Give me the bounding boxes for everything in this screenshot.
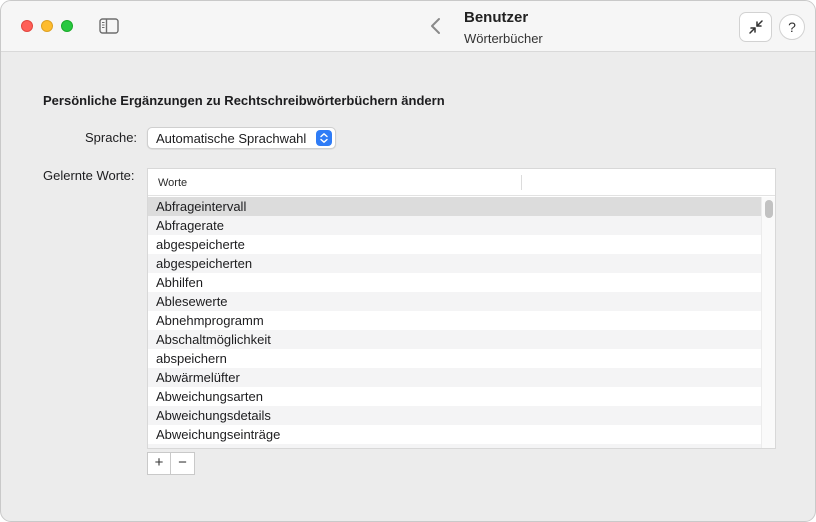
language-popup[interactable]: Automatische Sprachwahl (147, 127, 336, 149)
language-label: Sprache: (85, 130, 138, 145)
vertical-scrollbar[interactable] (761, 197, 775, 448)
table-rows: Abfrageintervall Abfragerate abgespeichert… (148, 197, 761, 448)
add-word-button[interactable]: + (148, 453, 171, 474)
updown-chevron-icon (316, 130, 332, 146)
table-row[interactable]: Abweichungsprofile (148, 444, 761, 448)
language-popup-value: Automatische Sprachwahl (156, 131, 307, 146)
sidebar-toggle-icon[interactable] (99, 18, 119, 34)
settings-window: Benutzer Wörterbücher ? Persönliche Ergä… (0, 0, 816, 522)
learned-words-table: Worte Abfrageintervall Abfragerate abgespe… (147, 168, 776, 449)
remove-word-button[interactable]: − (171, 453, 194, 474)
column-divider (521, 175, 522, 190)
table-row[interactable]: Abfrageintervall (148, 197, 761, 216)
zoom-window-button[interactable] (61, 20, 73, 32)
column-divider (775, 175, 776, 190)
table-row[interactable]: Ablesewerte (148, 292, 761, 311)
table-row[interactable]: Abwärmelüfter (148, 368, 761, 387)
close-window-button[interactable] (21, 20, 33, 32)
add-remove-buttons: + − (147, 452, 195, 475)
window-title: Benutzer (464, 9, 529, 26)
table-row[interactable]: Abschaltmöglichkeit (148, 330, 761, 349)
scroll-thumb[interactable] (765, 200, 773, 218)
window-subtitle: Wörterbücher (464, 31, 543, 46)
learned-words-label: Gelernte Worte: (43, 168, 135, 183)
minimize-window-button[interactable] (41, 20, 53, 32)
collapse-button[interactable] (739, 12, 772, 42)
column-header-words[interactable]: Worte (158, 177, 187, 189)
table-row[interactable]: Abhilfen (148, 273, 761, 292)
table-row[interactable]: Abweichungseinträge (148, 425, 761, 444)
chevron-left-icon[interactable] (429, 17, 443, 35)
table-row[interactable]: Abweichungsarten (148, 387, 761, 406)
collapse-arrows-icon (748, 20, 763, 34)
help-button[interactable]: ? (779, 14, 805, 40)
table-row[interactable]: abspeichern (148, 349, 761, 368)
table-row[interactable]: abgespeicherten (148, 254, 761, 273)
table-header: Worte (148, 169, 775, 196)
table-row[interactable]: Abfragerate (148, 216, 761, 235)
titlebar: Benutzer Wörterbücher ? (1, 1, 815, 52)
table-row[interactable]: Abweichungsdetails (148, 406, 761, 425)
table-row[interactable]: Abnehmprogramm (148, 311, 761, 330)
section-heading: Persönliche Ergänzungen zu Rechtschreibw… (43, 93, 445, 108)
table-row[interactable]: abgespeicherte (148, 235, 761, 254)
